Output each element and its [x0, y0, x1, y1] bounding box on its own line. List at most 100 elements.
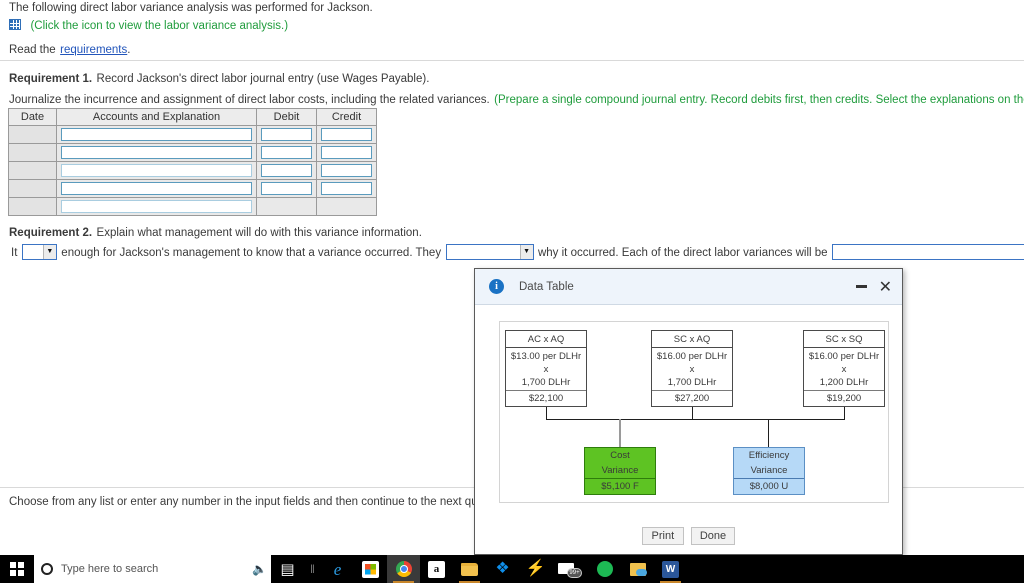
done-button[interactable]: Done	[690, 527, 736, 545]
debit-input[interactable]	[261, 128, 312, 141]
lightning-app-icon[interactable]: ⚡	[519, 555, 552, 583]
task-view-glyph: ▤	[280, 559, 295, 578]
microsoft-store-icon[interactable]	[354, 555, 387, 583]
variance-box-sc-sq: SC x SQ $16.00 per DLHr x 1,200 DLHr $19…	[803, 330, 885, 407]
box-rate: $16.00 per DLHr	[808, 351, 880, 362]
requirement-2-label: Requirement 2.	[9, 227, 93, 239]
microsoft-word-icon[interactable]: W	[654, 555, 687, 583]
folder-glyph	[461, 562, 478, 576]
edge-browser-icon[interactable]: e	[321, 555, 354, 583]
efficiency-variance-line-1: Efficiency	[748, 450, 790, 461]
icon-note-row: (Click the icon to view the labor varian…	[9, 16, 288, 34]
spotify-icon[interactable]	[588, 555, 621, 583]
print-button[interactable]: Print	[641, 527, 684, 545]
windows-logo	[10, 562, 24, 576]
account-input[interactable]	[61, 182, 252, 195]
divider-1	[0, 60, 1024, 61]
journal-body	[8, 125, 377, 216]
footer-note: Choose from any list or enter any number…	[9, 496, 512, 508]
debit-cell	[256, 143, 317, 162]
explanation-cell	[56, 197, 257, 216]
data-table-dialog: i Data Table ✕ AC x AQ $13.00 per DLHr x…	[474, 268, 903, 555]
credit-input[interactable]	[321, 128, 372, 141]
col-header-credit: Credit	[316, 108, 377, 126]
credit-input[interactable]	[321, 146, 372, 159]
data-table-icon[interactable]	[9, 19, 21, 30]
debit-input[interactable]	[261, 182, 312, 195]
box-header: SC x SQ	[804, 331, 884, 348]
dialog-window-controls: ✕	[855, 278, 892, 295]
variance-diagram: AC x AQ $13.00 per DLHr x 1,700 DLHr $22…	[499, 321, 889, 503]
credit-input[interactable]	[321, 164, 372, 177]
credit-input[interactable]	[321, 182, 372, 195]
debit-cell	[256, 125, 317, 144]
box-qty: 1,700 DLHr	[667, 377, 717, 388]
cost-variance-box: Cost Variance $5,100 F	[584, 447, 656, 495]
sentence-part-3: why it occurred. Each of the direct labo…	[537, 247, 828, 259]
efficiency-variance-box: Efficiency Variance $8,000 U	[733, 447, 805, 495]
dialog-footer: Print Done	[475, 518, 902, 554]
credit-cell	[316, 125, 377, 144]
account-cell	[56, 161, 257, 180]
edge-glyph: e	[333, 559, 342, 579]
box-operator: x	[689, 364, 695, 375]
box-body: $16.00 per DLHr x 1,200 DLHr	[804, 348, 884, 390]
store-glyph	[362, 560, 379, 578]
minimize-icon[interactable]	[855, 285, 867, 288]
box-qty: 1,200 DLHr	[819, 377, 869, 388]
requirement-2-text: Explain what management will do with thi…	[96, 227, 422, 239]
notifications-icon[interactable]: 99+	[552, 555, 588, 583]
debit-input[interactable]	[261, 164, 312, 177]
box-body: $13.00 per DLHr x 1,700 DLHr	[506, 348, 586, 390]
account-input[interactable]	[61, 128, 252, 141]
info-icon: i	[489, 279, 504, 294]
account-cell	[56, 179, 257, 198]
journal-header-row: Date Accounts and Explanation Debit Cred…	[8, 108, 377, 126]
account-cell	[56, 125, 257, 144]
dropbox-icon[interactable]: ❖	[486, 555, 519, 583]
amazon-icon[interactable]: a	[420, 555, 453, 583]
table-row	[8, 125, 377, 144]
debit-input[interactable]	[261, 146, 312, 159]
dropdown-variance-treatment[interactable]: ▼	[832, 243, 1024, 260]
dropdown-investigate[interactable]: ▼	[445, 243, 534, 260]
file-explorer-icon[interactable]	[453, 555, 486, 583]
read-suffix: .	[127, 44, 131, 56]
onedrive-folder-icon[interactable]	[621, 555, 654, 583]
taskbar-search[interactable]: Type here to search 🔈	[34, 555, 271, 583]
account-input[interactable]	[61, 146, 252, 159]
dialog-title: Data Table	[519, 280, 574, 293]
table-row	[8, 197, 377, 216]
box-body: $16.00 per DLHr x 1,700 DLHr	[652, 348, 732, 390]
requirement-1-instruction: Journalize the incurrence and assignment…	[9, 90, 1024, 108]
chrome-glyph	[395, 561, 412, 577]
windows-start-icon[interactable]	[0, 555, 34, 583]
task-view-icon[interactable]: ▤	[271, 555, 304, 583]
box-operator: x	[841, 364, 847, 375]
chevron-down-icon: ▼	[519, 244, 533, 259]
taskbar-separator: ‖	[304, 555, 321, 583]
explanation-input[interactable]	[61, 200, 252, 213]
date-cell	[8, 161, 57, 180]
dropdown-is-not[interactable]: ▼	[21, 243, 57, 260]
close-icon[interactable]: ✕	[879, 278, 892, 295]
word-glyph: W	[662, 560, 679, 578]
efficiency-variance-line-2: Variance	[750, 465, 788, 476]
amazon-glyph: a	[428, 560, 445, 578]
date-cell	[8, 197, 57, 216]
requirements-link[interactable]: requirements	[60, 44, 127, 56]
google-chrome-icon[interactable]	[387, 555, 420, 583]
taskbar-icons: ▤ ‖ e a ❖ ⚡ 99+ W	[271, 555, 687, 583]
spotify-glyph	[596, 561, 613, 577]
separator-glyph: ‖	[310, 562, 315, 576]
cortana-circle-icon	[41, 563, 53, 575]
microphone-icon[interactable]: 🔈	[252, 562, 267, 576]
date-cell	[8, 143, 57, 162]
box-total: $27,200	[652, 390, 732, 406]
col-header-accounts: Accounts and Explanation	[56, 108, 257, 126]
connector-drop-efficiency	[768, 419, 769, 447]
chevron-down-icon: ▼	[42, 244, 56, 259]
account-input[interactable]	[61, 164, 252, 177]
table-row	[8, 161, 377, 180]
journal-entry-table: Date Accounts and Explanation Debit Cred…	[8, 108, 377, 216]
